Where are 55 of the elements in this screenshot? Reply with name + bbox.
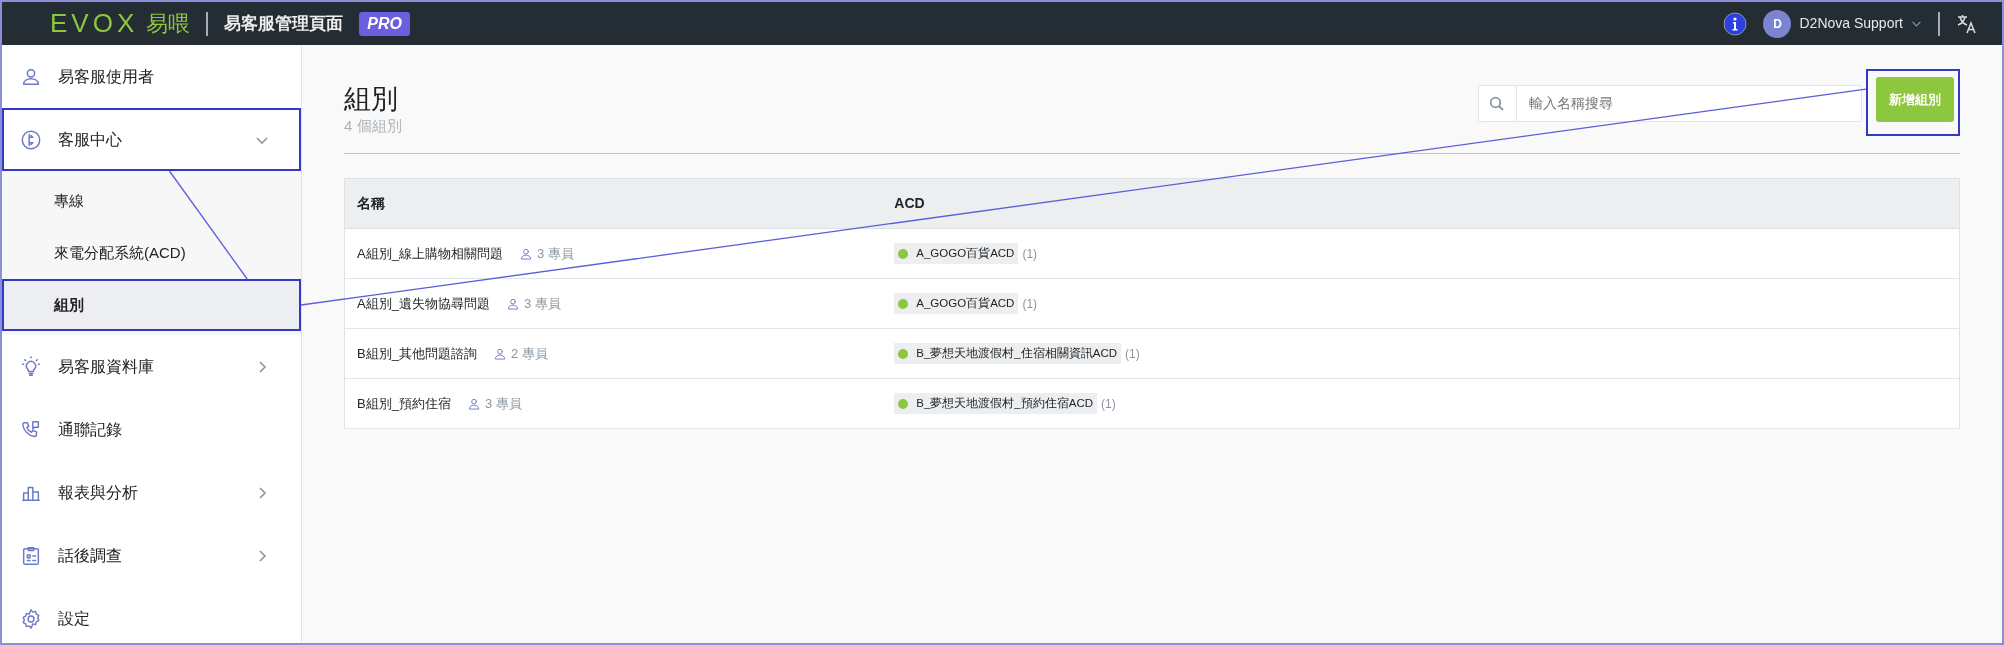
acd-count: (1) (1101, 395, 1116, 413)
clipboard-icon (20, 544, 42, 567)
sidebar-label: 客服中心 (58, 129, 122, 150)
acd-count: (1) (1022, 245, 1038, 263)
person-icon (518, 246, 533, 261)
acd-name: B_夢想天地渡假村_住宿相關資訊ACD (916, 346, 1118, 362)
avatar: D (1763, 9, 1792, 38)
sidebar-subitem[interactable]: 專線 (2, 175, 301, 227)
sidebar-item[interactable]: 話後調查 (2, 524, 301, 587)
page-title: 組別 (344, 85, 399, 115)
acd-count: (1) (1125, 345, 1140, 363)
logo-text: EVOX (50, 7, 139, 40)
sidebar-item[interactable]: 通聯記錄 (2, 398, 301, 461)
person-icon (466, 396, 481, 411)
acd-name: A_GOGO百貨ACD (916, 296, 1015, 312)
acd-count: (1) (1022, 295, 1038, 313)
user-name: D2Nova Support (1799, 14, 1903, 33)
member-count: 3 專員 (484, 394, 522, 413)
search-field[interactable]: 輸入名稱搜尋 (1478, 85, 1862, 122)
logo-text: 易喂 (146, 10, 191, 38)
acd-name: A_GOGO百貨ACD (916, 246, 1015, 262)
group-count: 4 個組別 (344, 115, 402, 136)
group-name: A組別_遺失物協尋問題 (357, 294, 490, 313)
sidebar-item[interactable]: 易客服使用者 (2, 45, 301, 108)
translate-icon[interactable] (1956, 12, 1978, 35)
sidebar-item[interactable]: 易客服資料庫 (2, 335, 301, 398)
sidebar-label: 易客服使用者 (58, 66, 154, 87)
sidebar-subitem[interactable]: 組別 (2, 279, 301, 331)
person-icon (505, 296, 520, 311)
group-name: B組別_其他問題諮詢 (357, 344, 477, 363)
sidebar-label: 報表與分析 (58, 482, 138, 503)
sidebar-label: 話後調查 (58, 545, 122, 566)
app-title: 易客服管理頁面 (224, 12, 344, 35)
gear-icon (20, 607, 42, 630)
column-header: 名稱 (344, 178, 883, 229)
sidebar-subitem[interactable]: 來電分配系統(ACD) (2, 227, 301, 279)
lightbulb-icon (20, 355, 42, 378)
acd-name: B_夢想天地渡假村_預約住宿ACD (916, 396, 1094, 412)
plan-badge: PRO (359, 11, 410, 36)
user-menu[interactable]: D D2Nova Support (1763, 9, 1922, 38)
member-count: 3 專員 (536, 244, 574, 263)
sidebar-label: 易客服資料庫 (58, 356, 154, 377)
sidebar-label: 通聯記錄 (58, 419, 122, 440)
group-name: A組別_線上購物相關問題 (357, 244, 503, 263)
sidebar-item[interactable]: 設定 (2, 587, 301, 643)
sidebar-label: 設定 (58, 608, 90, 629)
member-count: 3 專員 (523, 294, 561, 313)
column-header: ACD (882, 178, 1960, 229)
group-name: B組別_預約住宿 (357, 394, 451, 413)
sidebar-item[interactable]: 報表與分析 (2, 461, 301, 524)
sidebar-item[interactable]: 客服中心 (2, 108, 301, 171)
info-icon[interactable] (1723, 11, 1748, 36)
member-count: 2 專員 (510, 344, 548, 363)
search-icon (1489, 95, 1506, 112)
person-icon (492, 346, 507, 361)
